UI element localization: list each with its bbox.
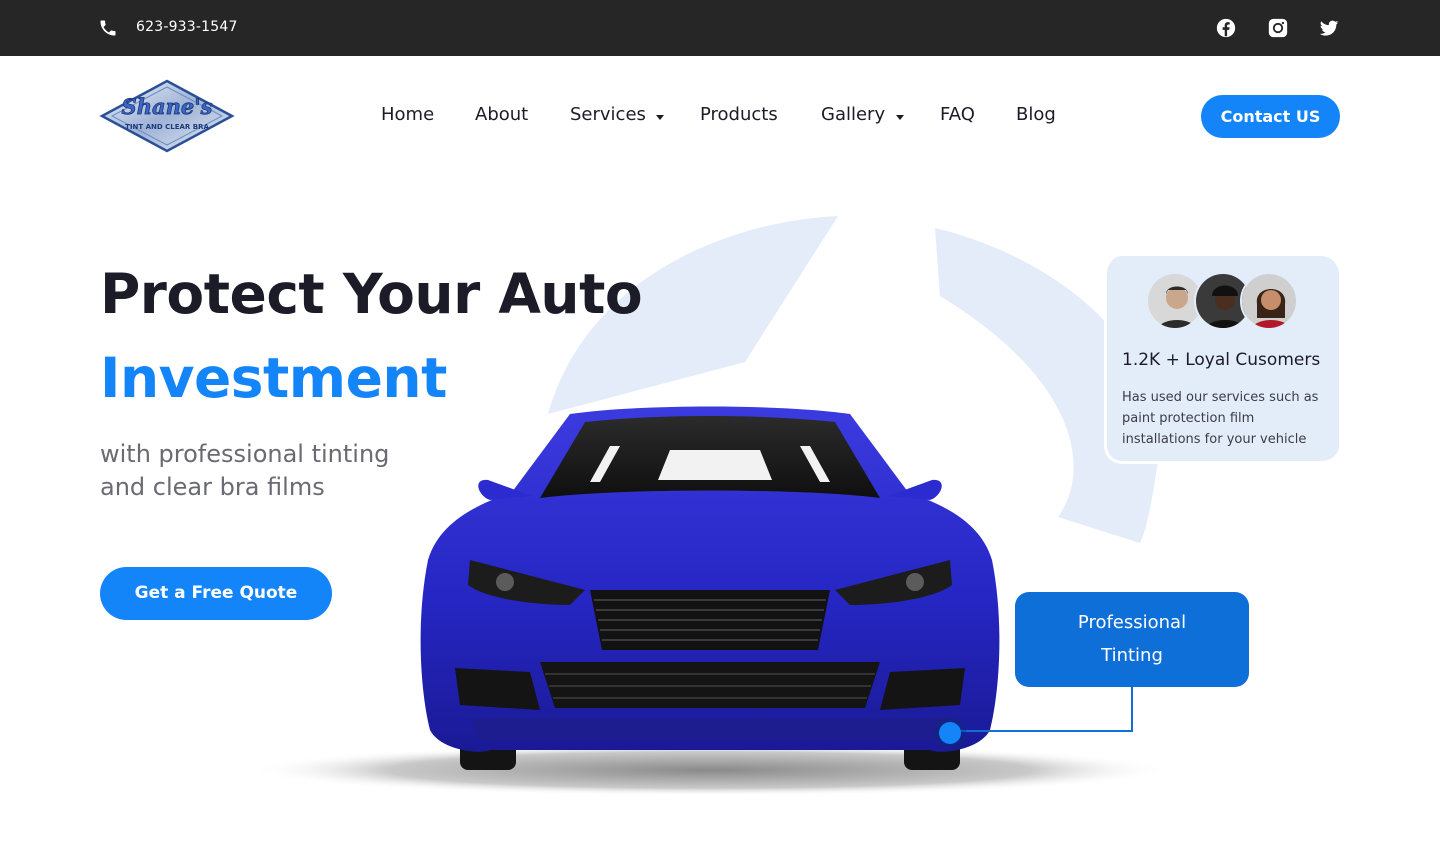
customer-avatar-3 bbox=[1240, 272, 1298, 330]
tag-line1: Professional bbox=[1077, 612, 1187, 633]
customers-count-title: 1.2K + Loyal Cusomers bbox=[1122, 350, 1321, 370]
customers-description: Has used our services such as paint prot… bbox=[1122, 390, 1319, 447]
professional-tinting-tag[interactable]: Professional Tinting bbox=[1015, 592, 1249, 687]
hero-title-line1: Protect Your Auto bbox=[100, 262, 643, 326]
tag-line2: Tinting bbox=[1101, 645, 1163, 666]
